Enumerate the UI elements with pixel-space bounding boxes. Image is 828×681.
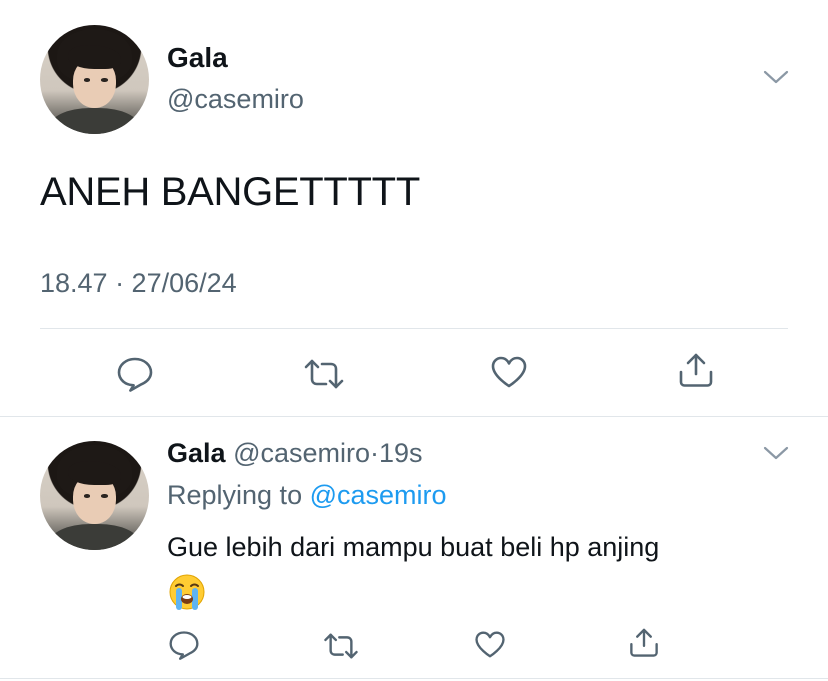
replying-prefix: Replying to [167,480,303,510]
divider [0,416,828,417]
retweet-icon[interactable] [302,358,346,390]
tweet-text: ANEH BANGETTTTT [40,170,420,214]
reply-author-handle[interactable]: @casemiro [233,438,370,468]
author-handle[interactable]: @casemiro [167,84,304,115]
loudly-crying-face-icon [169,574,205,610]
author-name[interactable]: Gala [167,42,228,74]
avatar[interactable] [40,441,149,550]
replying-handle-link[interactable]: @casemiro [310,480,447,510]
share-icon[interactable] [677,352,715,388]
like-icon[interactable] [490,355,528,389]
reply-author-name[interactable]: Gala [167,438,226,468]
reply-icon[interactable] [168,630,200,660]
reply-header: Gala @casemiro·19s [167,438,423,469]
replying-to: Replying to @casemiro [167,480,447,511]
divider [0,678,828,679]
share-icon[interactable] [628,627,660,658]
divider [40,328,788,329]
separator: · [370,438,380,468]
retweet-icon[interactable] [322,632,360,660]
like-icon[interactable] [474,630,506,659]
reply-text: Gue lebih dari mampu buat beli hp anjing [167,532,660,562]
reply-age[interactable]: 19s [379,438,423,468]
chevron-down-icon[interactable] [762,68,790,86]
reply-icon[interactable] [116,356,154,392]
avatar[interactable] [40,25,149,134]
chevron-down-icon[interactable] [762,444,790,462]
tweet-timestamp[interactable]: 18.47 · 27/06/24 [40,268,237,299]
